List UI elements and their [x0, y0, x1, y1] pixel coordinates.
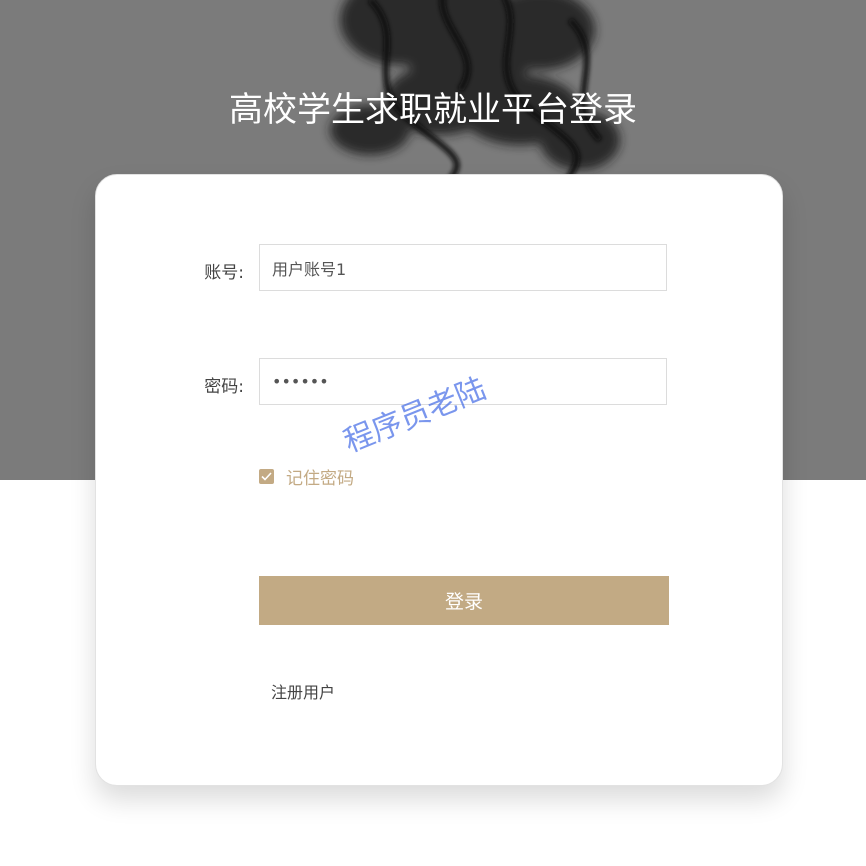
login-card: 账号: 密码: 记住密码 登录 注册用户	[95, 174, 783, 786]
checkbox-checked-icon[interactable]	[259, 468, 274, 484]
login-page: 高校学生求职就业平台登录 账号: 密码: 记住密码 登录 注册用户 程序员老陆	[0, 0, 866, 866]
username-label: 账号:	[204, 263, 244, 283]
password-label: 密码:	[204, 377, 244, 397]
remember-password-label[interactable]: 记住密码	[286, 464, 354, 489]
remember-password-checkbox[interactable]: 记住密码	[259, 464, 354, 489]
username-row: 账号:	[96, 244, 782, 294]
login-button[interactable]: 登录	[259, 576, 669, 625]
checkmark-icon	[261, 471, 272, 481]
password-input[interactable]	[259, 358, 667, 405]
username-input[interactable]	[259, 244, 667, 291]
page-title: 高校学生求职就业平台登录	[229, 90, 637, 130]
register-link[interactable]: 注册用户	[271, 679, 335, 703]
password-row: 密码:	[96, 358, 782, 408]
